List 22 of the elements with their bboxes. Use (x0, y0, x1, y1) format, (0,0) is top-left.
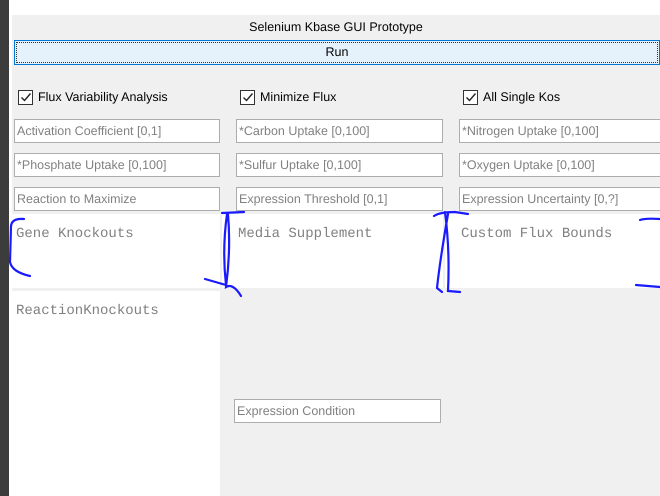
checkbox-label[interactable]: Minimize Flux (260, 88, 336, 106)
input-field[interactable]: *Nitrogen Uptake [0,100] (459, 119, 660, 143)
run-button[interactable]: Run (14, 40, 660, 65)
reaction-knockouts-field[interactable]: ReactionKnockouts (12, 291, 220, 496)
input-field[interactable]: Reaction to Maximize (14, 187, 220, 211)
text-area[interactable]: Gene Knockouts (12, 214, 220, 288)
input-field[interactable]: Expression Threshold [0,1] (236, 187, 443, 211)
text-area[interactable]: Media Supplement (222, 214, 443, 288)
checkbox-label[interactable]: All Single Kos (483, 88, 560, 106)
input-field[interactable]: Activation Coefficient [0,1] (14, 119, 220, 143)
checkbox[interactable] (18, 90, 33, 104)
checkbox-label[interactable]: Flux Variability Analysis (38, 88, 168, 106)
input-field[interactable]: *Oxygen Uptake [0,100] (459, 153, 660, 177)
expression-condition-field[interactable]: Expression Condition (234, 399, 441, 423)
input-field[interactable]: *Phosphate Uptake [0,100] (14, 153, 220, 177)
checkbox[interactable] (463, 90, 478, 104)
text-area[interactable]: Custom Flux Bounds (445, 214, 660, 288)
checkbox[interactable] (240, 90, 255, 104)
window-title: Selenium Kbase GUI Prototype (248, 19, 424, 36)
input-field[interactable]: *Carbon Uptake [0,100] (236, 119, 443, 143)
input-field[interactable]: Expression Uncertainty [0,?] (459, 187, 660, 211)
input-field[interactable]: *Sulfur Uptake [0,100] (236, 153, 443, 177)
